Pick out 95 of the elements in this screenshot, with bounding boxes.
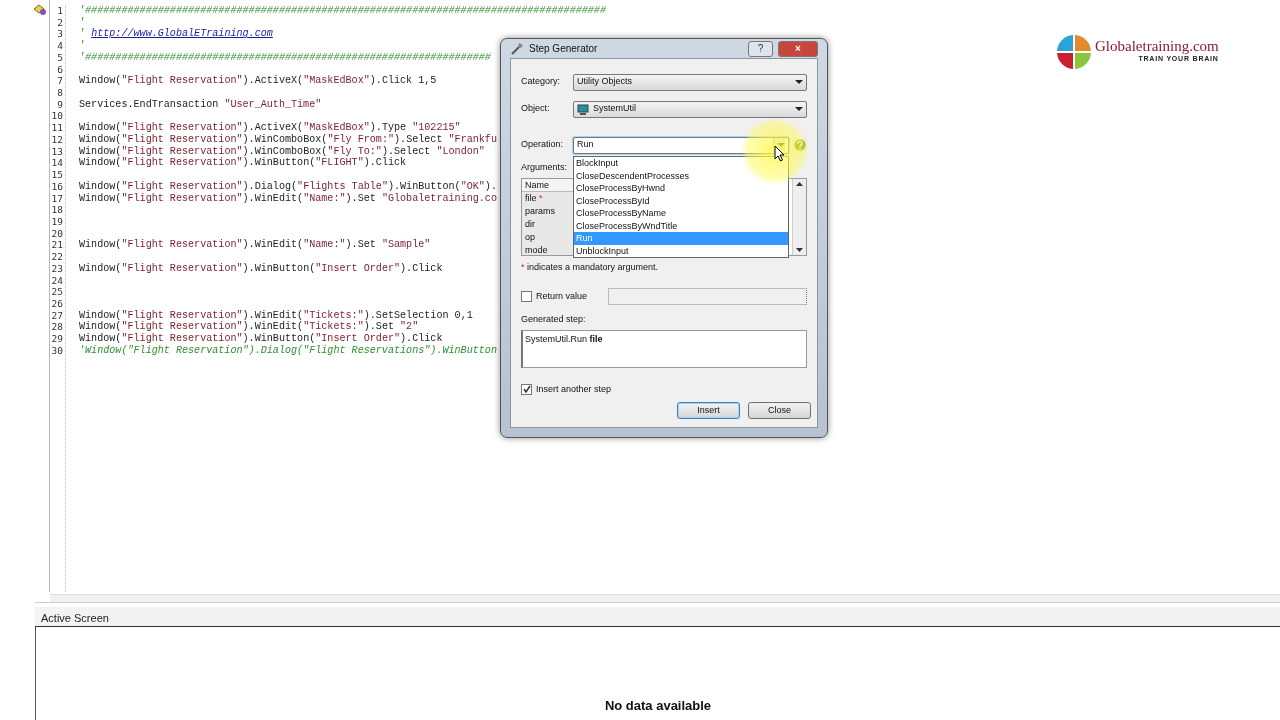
column-header: Name	[522, 178, 574, 192]
globe-icon	[1055, 33, 1093, 71]
line-number: 25	[50, 286, 63, 298]
line-number: 15	[50, 169, 63, 181]
scroll-up-icon[interactable]	[796, 181, 803, 186]
line-number: 4	[56, 40, 63, 52]
table-cell-text: op	[524, 230, 536, 244]
code-comment: '	[79, 16, 86, 28]
scrollbar[interactable]	[792, 178, 806, 255]
line-number: 17	[50, 192, 63, 205]
table-cell-text: mode	[524, 243, 549, 255]
line-number: 27	[50, 309, 63, 322]
line-number: 1	[56, 5, 63, 17]
dropdown-option[interactable]: CloseProcessByWndTitle	[574, 219, 788, 232]
code-comment: '	[79, 40, 86, 52]
dropdown-option[interactable]: CloseProcessById	[574, 194, 788, 207]
field-label: Category:	[521, 75, 562, 89]
table-cell-text: dir	[524, 217, 536, 231]
window-title: Step Generator	[529, 42, 598, 56]
code-line: Window("Flight Reservation").WinComboBox("Fly To:").Select "London"	[79, 145, 485, 157]
dropdown-option[interactable]: CloseProcessByName	[574, 207, 788, 220]
computer-icon	[577, 103, 589, 115]
line-number: 11	[50, 122, 63, 134]
line-number: 3	[56, 28, 63, 41]
code-link[interactable]: http://www.GlobalETraining.com	[91, 28, 273, 40]
checkbox-label: Return value	[536, 289, 588, 303]
checkbox[interactable]	[521, 291, 532, 302]
dropdown-option[interactable]: CloseDescendentProcesses	[574, 169, 788, 182]
dialog-button[interactable]: Insert	[677, 402, 740, 419]
generated-step-field[interactable]: SystemUtil.Run file	[521, 329, 807, 368]
scroll-down-icon[interactable]	[796, 247, 803, 252]
line-number: 5	[56, 51, 63, 64]
help-button[interactable]: ?	[748, 40, 773, 57]
panel-title: Active Screen	[35, 607, 1280, 627]
code-line: Window("Flight Reservation").WinEdit("Name:").Set "Globaletraining.co	[79, 192, 497, 205]
line-number: 9	[56, 98, 63, 111]
line-number: 26	[50, 297, 63, 310]
dropdown-option[interactable]: CloseProcessByHwnd	[574, 182, 788, 195]
dropdown-option[interactable]: BlockInput	[574, 157, 788, 170]
dropdown-option[interactable]: UnblockInput	[574, 244, 788, 257]
line-number: 16	[50, 180, 63, 193]
code-line: Window("Flight Reservation").WinEdit("Tickets:").Set "2"	[79, 321, 419, 333]
scrollbar[interactable]	[50, 594, 1280, 602]
code-line: Window("Flight Reservation").Dialog("Flights Table").WinButton("OK").	[79, 180, 497, 193]
line-number: 18	[50, 204, 63, 216]
line-number: 28	[50, 321, 63, 334]
code-comment: '###################################################################	[79, 51, 491, 64]
line-number: 22	[50, 251, 63, 263]
bookmark-icon	[33, 4, 47, 16]
line-number: 10	[50, 110, 63, 123]
close-button[interactable]: ×	[778, 40, 818, 57]
code-line: Window("Flight Reservation").WinEdit("Tickets:").SetSelection 0,1	[79, 309, 473, 321]
object-dropdown[interactable]: SystemUtil	[573, 100, 807, 118]
checkbox[interactable]	[521, 383, 532, 395]
line-number: 2	[56, 16, 63, 29]
line-number: 13	[50, 145, 63, 158]
dialog-button[interactable]: Close	[748, 402, 811, 419]
code-line: Services.EndTransaction "User_Auth_Time"	[79, 98, 322, 111]
cursor-highlight	[742, 118, 808, 184]
field-label: Generated step:	[521, 313, 587, 326]
help-icon	[793, 138, 807, 152]
line-number: 7	[56, 75, 63, 88]
operation-dropdown[interactable]: Run	[573, 136, 789, 154]
code-line: Window("Flight Reservation").ActiveX("MaskEdBox").Type "102215"	[79, 122, 461, 134]
checkbox-label: Insert another step	[536, 382, 612, 396]
line-number: 20	[50, 227, 63, 240]
field-label: Object:	[521, 102, 551, 116]
line-number: 6	[56, 63, 63, 76]
category-dropdown[interactable]: Utility Objects	[573, 73, 807, 91]
line-number: 30	[50, 344, 63, 357]
line-number: 24	[50, 274, 63, 287]
field-label: Arguments:	[521, 161, 568, 174]
code-line: Window("Flight Reservation").WinComboBox("Fly From:").Select "Frankfu	[79, 133, 497, 146]
code-line: Window("Flight Reservation").WinButton("Insert Order").Click	[79, 333, 443, 345]
line-number: 12	[50, 133, 63, 146]
line-number: 29	[50, 333, 63, 345]
code-line: Window("Flight Reservation").WinButton("Insert Order").Click	[79, 262, 443, 275]
line-number: 14	[50, 157, 63, 170]
line-number: 23	[50, 262, 63, 275]
line-number: 8	[56, 87, 63, 99]
field-label: Operation:	[521, 138, 565, 152]
code-comment: '######################################################################################	[79, 5, 606, 17]
table-cell-text: params	[524, 204, 556, 218]
code-line: Window("Flight Reservation").WinButton("FLIGHT").Click	[79, 157, 407, 170]
code-comment: ' http://www.GlobalETraining.com	[79, 28, 273, 40]
line-number: 21	[50, 239, 63, 252]
brand-name: Globaletraining.com	[1095, 39, 1219, 55]
line-number: 19	[50, 215, 63, 228]
empty-message: No data available	[604, 696, 712, 715]
code-comment: 'Window("Flight Reservation").Dialog("Flight Reservations").WinButton	[79, 344, 497, 357]
table-cell-text: file *	[524, 191, 544, 205]
code-line: Window("Flight Reservation").WinEdit("Name:").Set "Sample"	[79, 239, 431, 252]
wand-icon	[510, 41, 524, 56]
code-line: Window("Flight Reservation").ActiveX("MaskEdBox").Click 1,5	[79, 75, 437, 88]
footnote: * indicates a mandatory argument.	[521, 260, 660, 274]
